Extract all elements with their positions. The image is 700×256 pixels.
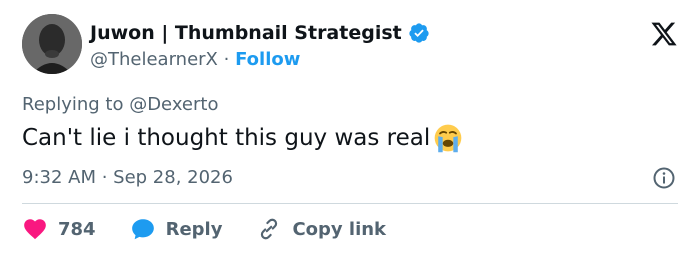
reply-bubble-icon bbox=[131, 219, 154, 240]
verified-badge-icon bbox=[409, 23, 429, 43]
author-name-row: Juwon | Thumbnail Strategist bbox=[90, 22, 430, 44]
tweet-text-row: Can't lie i thought this guy was real bbox=[22, 122, 464, 154]
loudly-crying-face-icon bbox=[434, 124, 462, 153]
author-name[interactable]: Juwon | Thumbnail Strategist bbox=[90, 22, 402, 44]
tweet-text: Can't lie i thought this guy was real bbox=[22, 125, 431, 151]
like-button[interactable]: 784 bbox=[22, 216, 96, 242]
x-logo-icon[interactable] bbox=[650, 20, 678, 48]
reply-button[interactable]: Reply bbox=[130, 216, 223, 242]
replying-to: Replying to @Dexerto bbox=[22, 94, 219, 115]
info-icon[interactable] bbox=[652, 166, 676, 190]
author-handle[interactable]: @ThelearnerX bbox=[90, 49, 218, 70]
avatar[interactable] bbox=[22, 14, 82, 74]
heart-icon bbox=[24, 219, 46, 240]
avatar-image bbox=[22, 14, 82, 74]
reply-label: Reply bbox=[165, 218, 223, 240]
author-handle-row: @ThelearnerX · Follow bbox=[90, 49, 300, 70]
action-bar: 784 Reply Copy link bbox=[22, 216, 420, 242]
divider bbox=[22, 203, 678, 204]
like-count: 784 bbox=[58, 218, 96, 240]
link-icon bbox=[261, 218, 278, 240]
copy-link-button[interactable]: Copy link bbox=[256, 216, 386, 242]
tweet-timestamp[interactable]: 9:32 AM · Sep 28, 2026 bbox=[22, 167, 233, 188]
follow-button[interactable]: Follow bbox=[235, 49, 300, 70]
handle-separator: · bbox=[223, 49, 230, 70]
copy-link-label: Copy link bbox=[292, 218, 387, 240]
